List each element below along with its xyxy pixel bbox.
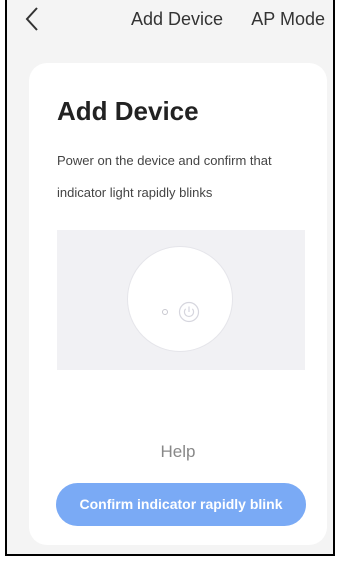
power-icon bbox=[178, 301, 200, 323]
confirm-button[interactable]: Confirm indicator rapidly blink bbox=[56, 483, 306, 526]
indicator-led-icon bbox=[162, 309, 168, 315]
add-device-card: Add Device Power on the device and confi… bbox=[29, 63, 327, 545]
chevron-left-icon bbox=[25, 7, 38, 31]
help-link[interactable]: Help bbox=[29, 442, 327, 462]
card-description: Power on the device and confirm that ind… bbox=[57, 153, 272, 200]
card-title: Add Device bbox=[57, 96, 199, 126]
nav-bar: Add Device AP Mode bbox=[7, 0, 333, 40]
app-screen: Add Device AP Mode Add Device Power on t… bbox=[5, 0, 335, 556]
nav-title: Add Device bbox=[131, 9, 224, 29]
back-button[interactable] bbox=[23, 5, 41, 33]
device-body bbox=[127, 246, 233, 352]
device-illustration bbox=[57, 230, 305, 370]
ap-mode-button[interactable]: AP Mode bbox=[251, 9, 325, 30]
